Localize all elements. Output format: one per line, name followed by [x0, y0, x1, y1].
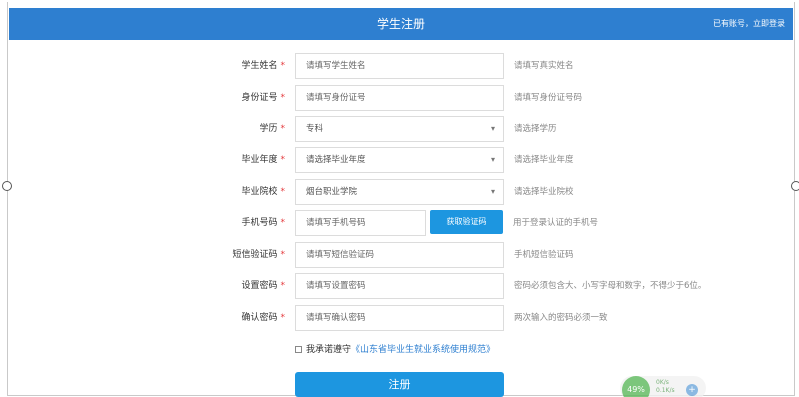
- network-speed: 0K/s 0.1K/s: [656, 379, 675, 395]
- school-hint: 请选择毕业院校: [514, 187, 574, 197]
- id-hint: 请填写身份证号码: [514, 93, 583, 103]
- confirm-label: 确认密码 *: [241, 313, 285, 323]
- sms-code-input[interactable]: 请填写短信验证码: [295, 242, 504, 268]
- education-select[interactable]: 专科: [295, 116, 504, 142]
- id-label: 身份证号 *: [241, 93, 285, 103]
- header-bar: 学生注册 已有账号，立即登录: [9, 8, 793, 40]
- education-label: 学历 *: [259, 124, 285, 134]
- login-link[interactable]: 立即登录: [753, 19, 785, 28]
- education-hint: 请选择学历: [514, 124, 557, 134]
- agreement-link[interactable]: 《山东省毕业生就业系统使用规范》: [351, 345, 495, 355]
- school-select[interactable]: 烟台职业学院: [295, 179, 504, 205]
- download-speed: 0.1K/s: [656, 387, 675, 394]
- grad-year-hint: 请选择毕业年度: [514, 155, 574, 165]
- form-row-name: 学生姓名 * 请填写学生姓名 请填写真实姓名: [0, 53, 799, 79]
- form-row-grad-year: 毕业年度* 请选择毕业年度 请选择毕业年度: [0, 147, 799, 173]
- name-label: 学生姓名 *: [241, 61, 285, 71]
- id-number-input[interactable]: 请填写身份证号: [295, 85, 504, 111]
- form-row-confirm: 确认密码 * 请填写确认密码 两次输入的密码必须一致: [0, 305, 799, 331]
- password-label: 设置密码 *: [241, 281, 285, 291]
- grad-year-label: 毕业年度 *: [241, 155, 285, 165]
- upload-speed: 0K/s: [656, 379, 669, 386]
- sms-label: 短信验证码 *: [232, 250, 285, 260]
- student-name-input[interactable]: 请填写学生姓名: [295, 53, 504, 79]
- form-row-password: 设置密码 * 请填写设置密码 密码必须包含大、小写字母和数字，不得少于6位。: [0, 273, 799, 299]
- confirm-password-input[interactable]: 请填写确认密码: [295, 305, 504, 331]
- grad-year-select[interactable]: 请选择毕业年度: [295, 147, 504, 173]
- agreement-checkbox[interactable]: [295, 346, 302, 353]
- agreement-text: 我承诺遵守: [306, 345, 352, 355]
- form-row-id: 身份证号 * 请填写身份证号 请填写身份证号码: [0, 85, 799, 111]
- sms-hint: 手机短信验证码: [514, 250, 574, 260]
- login-prompt-text: 已有账号，: [713, 19, 753, 28]
- school-label: 毕业院校 *: [241, 187, 285, 197]
- page-title: 学生注册: [376, 17, 425, 31]
- form-row-phone: 手机号码 * 请填写手机号码 获取验证码 用于登录认证的手机号: [0, 210, 799, 236]
- phone-input[interactable]: 请填写手机号码: [295, 210, 426, 236]
- form-row-education: 学历* 专科 请选择学历: [0, 116, 799, 142]
- phone-hint: 用于登录认证的手机号: [513, 218, 599, 228]
- phone-label: 手机号码 *: [241, 218, 285, 228]
- plus-icon[interactable]: +: [686, 384, 698, 396]
- login-prompt: 已有账号，立即登录: [713, 8, 785, 40]
- password-input[interactable]: 请填写设置密码: [295, 273, 504, 299]
- password-hint: 密码必须包含大、小写字母和数字，不得少于6位。: [514, 281, 707, 291]
- form-row-sms: 短信验证码 * 请填写短信验证码 手机短信验证码: [0, 242, 799, 268]
- speed-widget[interactable]: 49% 0K/s 0.1K/s +: [620, 376, 706, 397]
- form-row-school: 毕业院校* 烟台职业学院 请选择毕业院校: [0, 179, 799, 205]
- usage-percent: 49%: [622, 376, 650, 397]
- agreement-line: 我承诺遵守《山东省毕业生就业系统使用规范》: [295, 344, 495, 356]
- confirm-hint: 两次输入的密码必须一致: [514, 313, 608, 323]
- register-button[interactable]: 注册: [295, 372, 504, 397]
- name-hint: 请填写真实姓名: [514, 61, 574, 71]
- get-code-button[interactable]: 获取验证码: [430, 210, 503, 234]
